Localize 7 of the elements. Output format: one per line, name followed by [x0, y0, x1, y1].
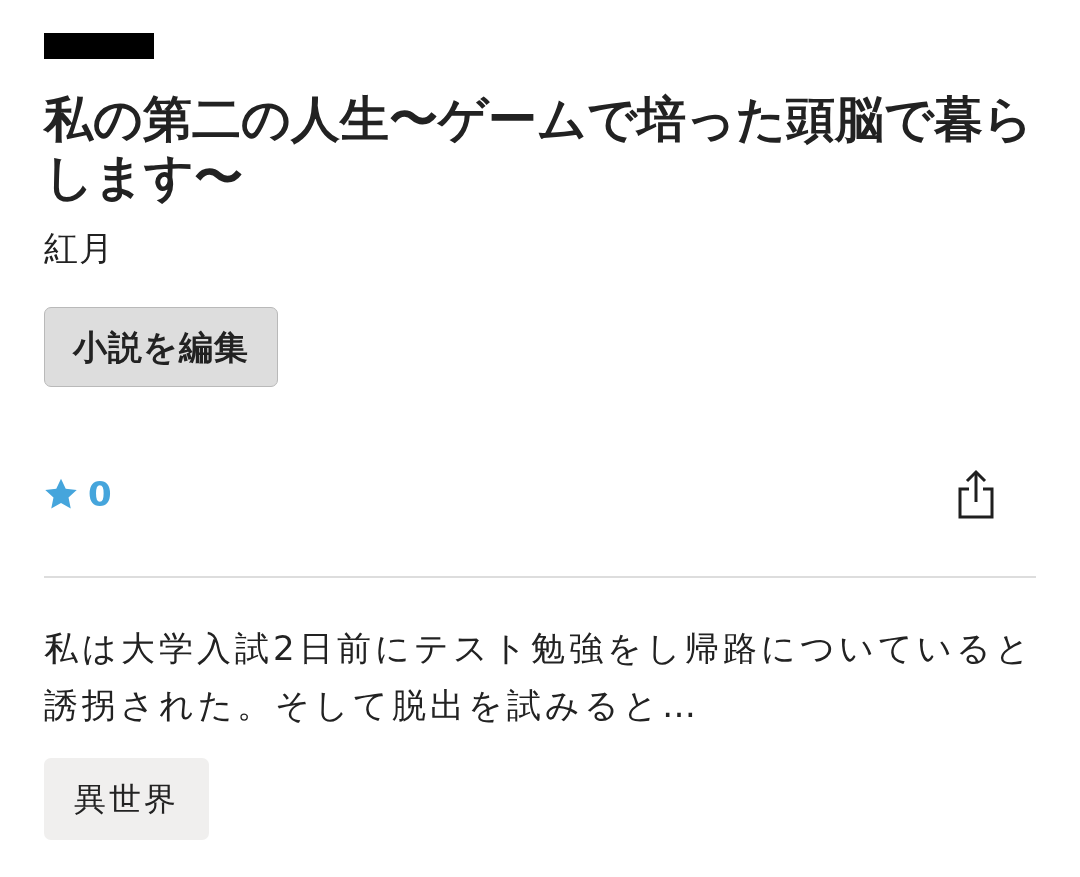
genre-tag[interactable]: 異世界: [44, 758, 209, 840]
star-icon: [44, 478, 78, 510]
author-name: 紅月: [44, 227, 114, 270]
share-icon[interactable]: [958, 469, 994, 519]
synopsis-text: 私は大学入試2日前にテスト勉強をし帰路についていると誘拐された。そして脱出を試みると…: [44, 627, 1035, 727]
novel-title: 私の第二の人生〜ゲームで培った頭脳で暮らします〜: [44, 91, 1034, 207]
edit-novel-button[interactable]: 小説を編集: [44, 307, 278, 387]
